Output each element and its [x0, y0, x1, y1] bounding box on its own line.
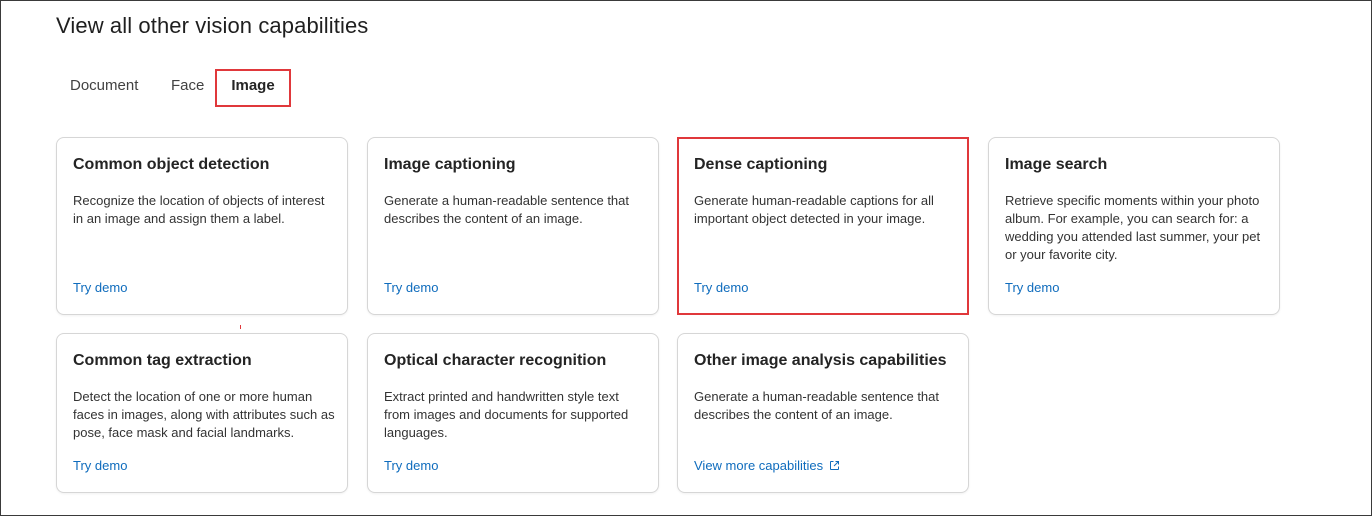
card-dense-captioning: Dense captioning Generate human-readable… — [677, 137, 969, 315]
card-description: Generate human-readable captions for all… — [694, 193, 934, 226]
card-description: Extract printed and handwritten style te… — [384, 389, 629, 440]
link-label: View more capabilities — [694, 458, 824, 473]
card-description: Recognize the location of objects of int… — [73, 193, 325, 226]
tab-document[interactable]: Document — [70, 69, 138, 105]
tab-image[interactable]: Image — [215, 69, 291, 107]
try-demo-link[interactable]: Try demo — [384, 458, 438, 473]
external-link-icon — [829, 459, 840, 474]
card-title: Dense captioning — [694, 156, 828, 173]
card-title: Common tag extraction — [73, 352, 252, 369]
try-demo-link[interactable]: Try demo — [73, 458, 127, 473]
card-description: Retrieve specific moments within your ph… — [1005, 193, 1261, 262]
card-title: Image captioning — [384, 156, 516, 173]
annotation-mark — [240, 325, 241, 329]
page-title: View all other vision capabilities — [56, 13, 369, 38]
card-title: Optical character recognition — [384, 352, 607, 369]
try-demo-link[interactable]: Try demo — [384, 280, 438, 295]
card-image-captioning: Image captioning Generate a human-readab… — [367, 137, 659, 315]
card-image-search: Image search Retrieve specific moments w… — [988, 137, 1280, 315]
try-demo-link[interactable]: Try demo — [694, 280, 748, 295]
try-demo-link[interactable]: Try demo — [1005, 280, 1059, 295]
view-more-capabilities-link[interactable]: View more capabilities — [694, 458, 840, 474]
card-common-tag-extraction: Common tag extraction Detect the locatio… — [56, 333, 348, 493]
card-description: Generate a human-readable sentence that … — [694, 389, 940, 422]
capabilities-panel: View all other vision capabilities Docum… — [0, 0, 1372, 516]
card-description: Generate a human-readable sentence that … — [384, 193, 630, 226]
card-other-image-analysis-capabilities: Other image analysis capabilities Genera… — [677, 333, 969, 493]
try-demo-link[interactable]: Try demo — [73, 280, 127, 295]
tab-face[interactable]: Face — [171, 69, 204, 105]
card-description: Detect the location of one or more human… — [73, 389, 335, 440]
card-title: Common object detection — [73, 156, 270, 173]
card-common-object-detection: Common object detection Recognize the lo… — [56, 137, 348, 315]
card-optical-character-recognition: Optical character recognition Extract pr… — [367, 333, 659, 493]
card-title: Image search — [1005, 156, 1108, 173]
card-title: Other image analysis capabilities — [694, 352, 947, 369]
